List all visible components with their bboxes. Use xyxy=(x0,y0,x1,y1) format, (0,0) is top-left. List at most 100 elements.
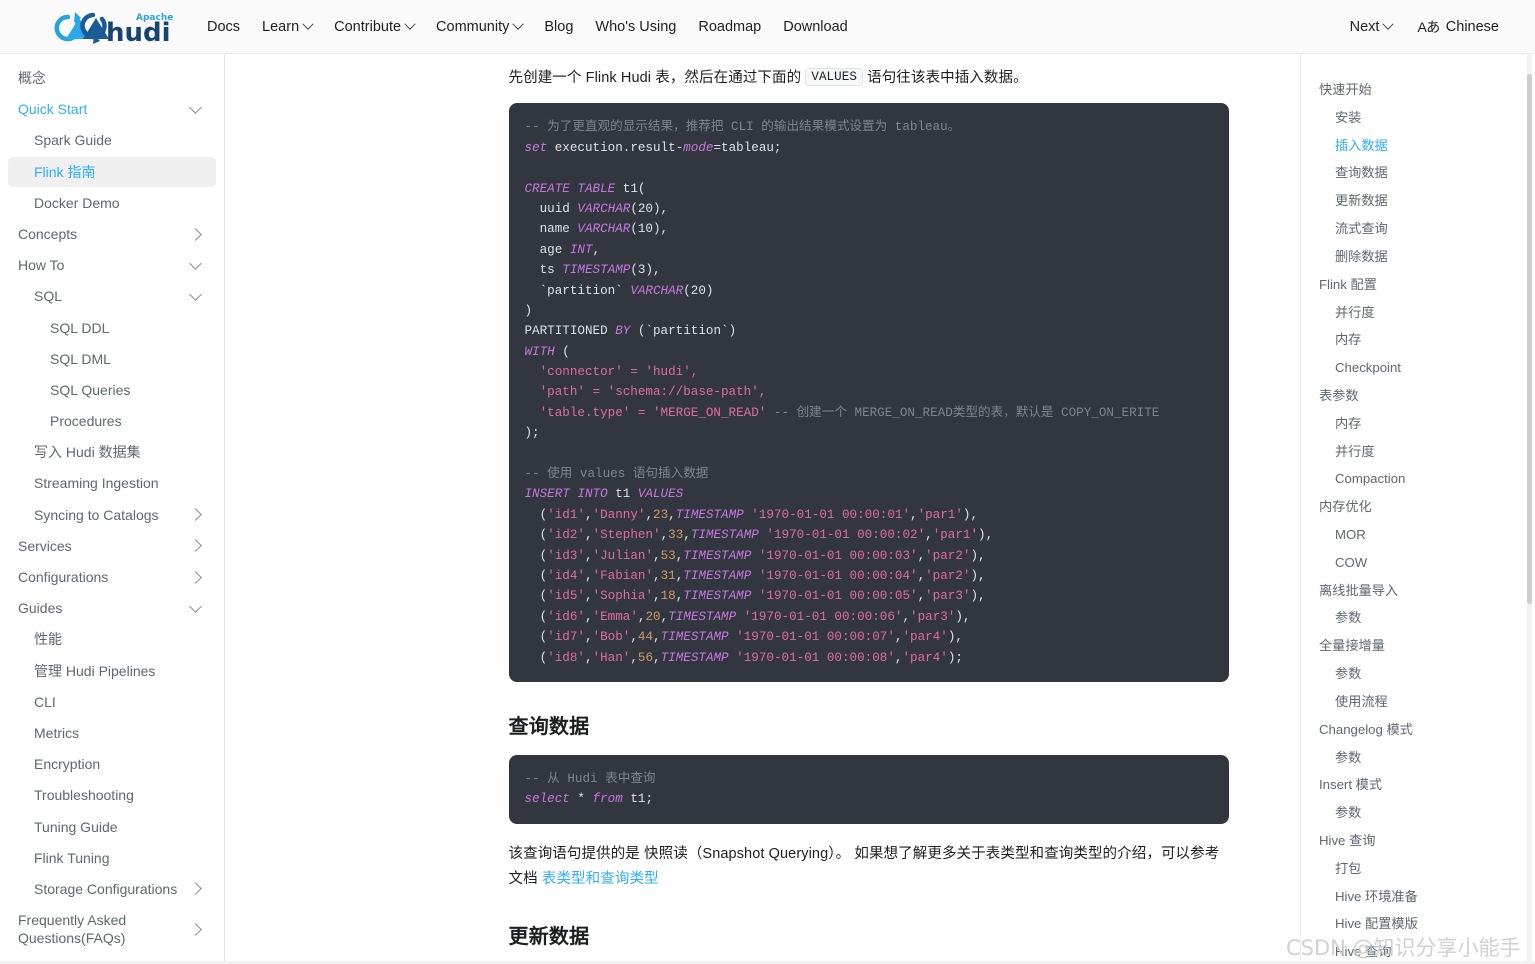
chevron-right-icon[interactable] xyxy=(189,539,202,553)
toc-item-22[interactable]: 使用流程 xyxy=(1311,688,1521,716)
nav-item-blog[interactable]: Blog xyxy=(533,13,584,41)
toc-item-13[interactable]: 并行度 xyxy=(1311,438,1521,466)
toc-item-5[interactable]: 流式查询 xyxy=(1311,215,1521,243)
sidebar-item-9[interactable]: SQL DML xyxy=(8,344,216,374)
sidebar-item-25[interactable]: Flink Tuning xyxy=(8,843,216,873)
sidebar-item-11[interactable]: Procedures xyxy=(8,406,216,436)
toc-item-20[interactable]: 全量接增量 xyxy=(1311,632,1521,660)
toc-item-2[interactable]: 插入数据 xyxy=(1311,132,1521,160)
toc-item-30[interactable]: Hive 配置模版 xyxy=(1311,910,1521,938)
sidebar-item-22[interactable]: Encryption xyxy=(8,749,216,779)
toc-item-26[interactable]: 参数 xyxy=(1311,799,1521,827)
toc-item-21[interactable]: 参数 xyxy=(1311,660,1521,688)
code-text: , xyxy=(660,528,669,543)
toc-item-14[interactable]: Compaction xyxy=(1311,465,1521,493)
toc-item-24[interactable]: 参数 xyxy=(1311,744,1521,772)
chevron-right-icon[interactable] xyxy=(189,570,202,584)
chevron-down-icon[interactable] xyxy=(189,288,202,301)
toc-item-16[interactable]: MOR xyxy=(1311,521,1521,549)
sidebar-item-13[interactable]: Streaming Ingestion xyxy=(8,468,216,498)
code-text: PARTITIONED xyxy=(524,324,616,339)
chevron-right-icon[interactable] xyxy=(189,882,202,896)
toc-item-19[interactable]: 参数 xyxy=(1311,604,1521,632)
code-string-name: 'Emma' xyxy=(592,609,638,624)
hudi-logo[interactable]: hudi Apache xyxy=(50,7,174,47)
sidebar-item-26[interactable]: Storage Configurations xyxy=(8,874,216,904)
sidebar-item-8[interactable]: SQL DDL xyxy=(8,313,216,343)
toc-item-29[interactable]: Hive 环境准备 xyxy=(1311,883,1521,911)
sidebar-item-19[interactable]: 管理 Hudi Pipelines xyxy=(8,656,216,686)
nav-item-download[interactable]: Download xyxy=(772,13,859,41)
chevron-down-icon[interactable] xyxy=(189,256,202,270)
chevron-down-icon[interactable] xyxy=(189,100,202,114)
nav-item-docs[interactable]: Docs xyxy=(196,13,251,41)
sidebar-item-12[interactable]: 写入 Hudi 数据集 xyxy=(8,437,216,467)
sidebar-item-27[interactable]: Frequently Asked Questions(FAQs) xyxy=(8,905,216,953)
toc-item-10[interactable]: Checkpoint xyxy=(1311,354,1521,382)
toc-item-23[interactable]: Changelog 模式 xyxy=(1311,716,1521,744)
nav-item-contribute[interactable]: Contribute xyxy=(323,13,425,41)
toc-item-9[interactable]: 内存 xyxy=(1311,326,1521,354)
sidebar-item-15[interactable]: Services xyxy=(8,531,216,561)
version-dropdown[interactable]: Next xyxy=(1339,13,1404,41)
language-dropdown[interactable]: Aあ Chinese xyxy=(1407,11,1509,43)
sidebar-item-6[interactable]: How To xyxy=(8,250,216,280)
nav-item-roadmap[interactable]: Roadmap xyxy=(687,13,772,41)
nav-item-whos-using[interactable]: Who's Using xyxy=(584,13,687,41)
toc-item-27[interactable]: Hive 查询 xyxy=(1311,827,1521,855)
sidebar-item-3[interactable]: Flink 指南 xyxy=(8,156,216,187)
code-keyword-by: BY xyxy=(615,324,631,339)
sidebar-item-17[interactable]: Guides xyxy=(8,593,216,623)
nav-item-learn[interactable]: Learn xyxy=(251,13,323,41)
sidebar-item-16[interactable]: Configurations xyxy=(8,562,216,592)
code-text: , xyxy=(653,589,661,604)
nav-item-community[interactable]: Community xyxy=(425,13,533,41)
code-text: , xyxy=(630,630,638,645)
toc-scrollbar-thumb[interactable] xyxy=(1527,74,1532,604)
code-number-age: 31 xyxy=(660,568,676,583)
sidebar-item-20[interactable]: CLI xyxy=(8,687,216,717)
code-text: , xyxy=(584,589,593,604)
toc-item-4[interactable]: 更新数据 xyxy=(1311,187,1521,215)
sidebar-item-18[interactable]: 性能 xyxy=(8,624,216,654)
toc-item-15[interactable]: 内存优化 xyxy=(1311,493,1521,521)
sidebar-item-5[interactable]: Concepts xyxy=(8,219,216,249)
sidebar-item-7[interactable]: SQL xyxy=(8,281,216,311)
toc-item-6[interactable]: 删除数据 xyxy=(1311,243,1521,271)
link-table-query-types[interactable]: 表类型和查询类型 xyxy=(542,871,659,887)
toc-item-28[interactable]: 打包 xyxy=(1311,855,1521,883)
toc-item-1[interactable]: 安装 xyxy=(1311,104,1521,132)
code-values-row: ('id6','Emma',20,TIMESTAMP '1970-01-01 0… xyxy=(525,610,971,624)
toc-item-8[interactable]: 并行度 xyxy=(1311,299,1521,327)
toc-item-25[interactable]: Insert 模式 xyxy=(1311,771,1521,799)
chevron-right-icon[interactable] xyxy=(189,508,202,522)
sidebar-item-1[interactable]: Quick Start xyxy=(8,94,216,124)
sidebar-item-14[interactable]: Syncing to Catalogs xyxy=(8,500,216,530)
chevron-right-icon[interactable] xyxy=(189,227,202,241)
sidebar-item-label: Frequently Asked Questions(FAQs) xyxy=(18,912,127,947)
sidebar-item-4[interactable]: Docker Demo xyxy=(8,188,216,218)
code-text: , xyxy=(584,548,593,563)
toc-item-12[interactable]: 内存 xyxy=(1311,410,1521,438)
sidebar-item-2[interactable]: Spark Guide xyxy=(8,125,216,155)
toc-item-11[interactable]: 表参数 xyxy=(1311,382,1521,410)
toc-item-0[interactable]: 快速开始 xyxy=(1311,76,1521,104)
code-text: , xyxy=(592,242,601,257)
toc-item-3[interactable]: 查询数据 xyxy=(1311,159,1521,187)
sidebar-item-24[interactable]: Tuning Guide xyxy=(8,812,216,842)
toc-item-18[interactable]: 离线批量导入 xyxy=(1311,577,1521,605)
code-text: , xyxy=(917,568,926,583)
toc-item-7[interactable]: Flink 配置 xyxy=(1311,271,1521,299)
sidebar-item-23[interactable]: Troubleshooting xyxy=(8,780,216,810)
code-type: INT xyxy=(569,242,593,257)
toc-item-17[interactable]: COW xyxy=(1311,549,1521,577)
query-code-block[interactable]: -- 从 Hudi 表中查询 select * from t1; xyxy=(508,754,1229,824)
section-heading-update: 更新数据 xyxy=(508,926,590,949)
sidebar-item-10[interactable]: SQL Queries xyxy=(8,375,216,405)
chevron-right-icon[interactable] xyxy=(189,922,202,936)
insert-code-block[interactable]: -- 为了更直观的显示结果，推荐把 CLI 的输出结果模式设置为 tableau… xyxy=(508,103,1229,682)
code-keyword-timestamp: TIMESTAMP xyxy=(660,650,729,665)
sidebar-item-0[interactable]: 概念 xyxy=(8,63,216,93)
sidebar-item-21[interactable]: Metrics xyxy=(8,718,216,748)
chevron-down-icon[interactable] xyxy=(189,599,202,613)
